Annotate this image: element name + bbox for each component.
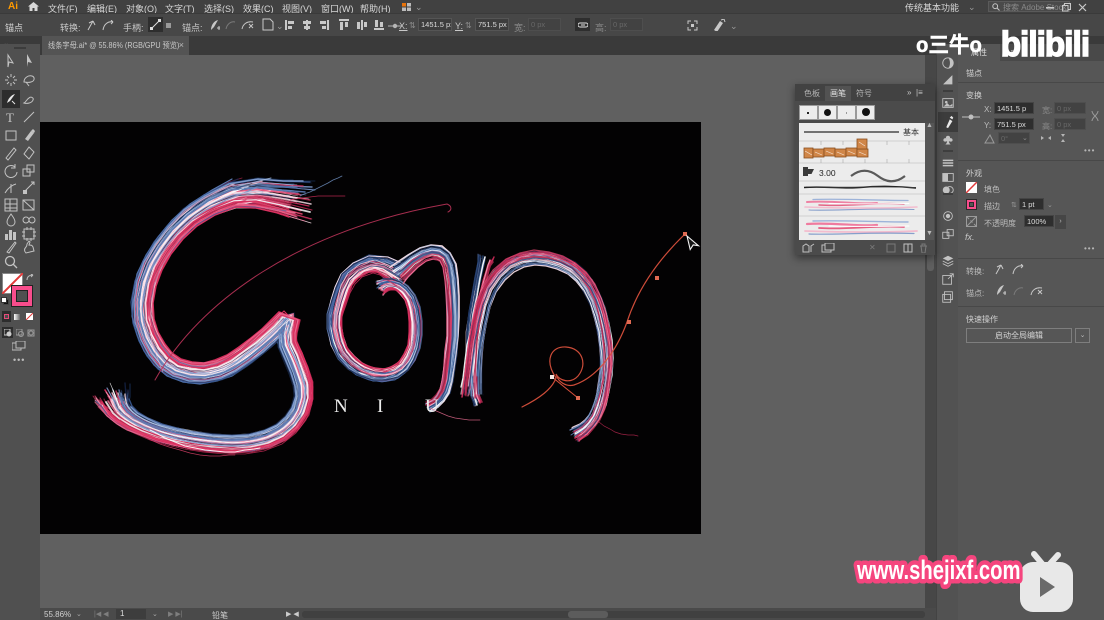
svg-text:I: I — [377, 396, 383, 417]
svg-text:基本: 基本 — [903, 127, 919, 137]
svg-text:3.00: 3.00 — [819, 168, 836, 178]
svg-text:www.shejixf.com: www.shejixf.com — [856, 555, 1020, 586]
svg-text:T: T — [6, 110, 14, 125]
svg-text:U: U — [425, 396, 439, 417]
svg-text:o三牛o: o三牛o — [916, 33, 982, 58]
svg-text:N: N — [334, 396, 348, 417]
svg-text:bilibili: bilibili — [1001, 25, 1089, 64]
